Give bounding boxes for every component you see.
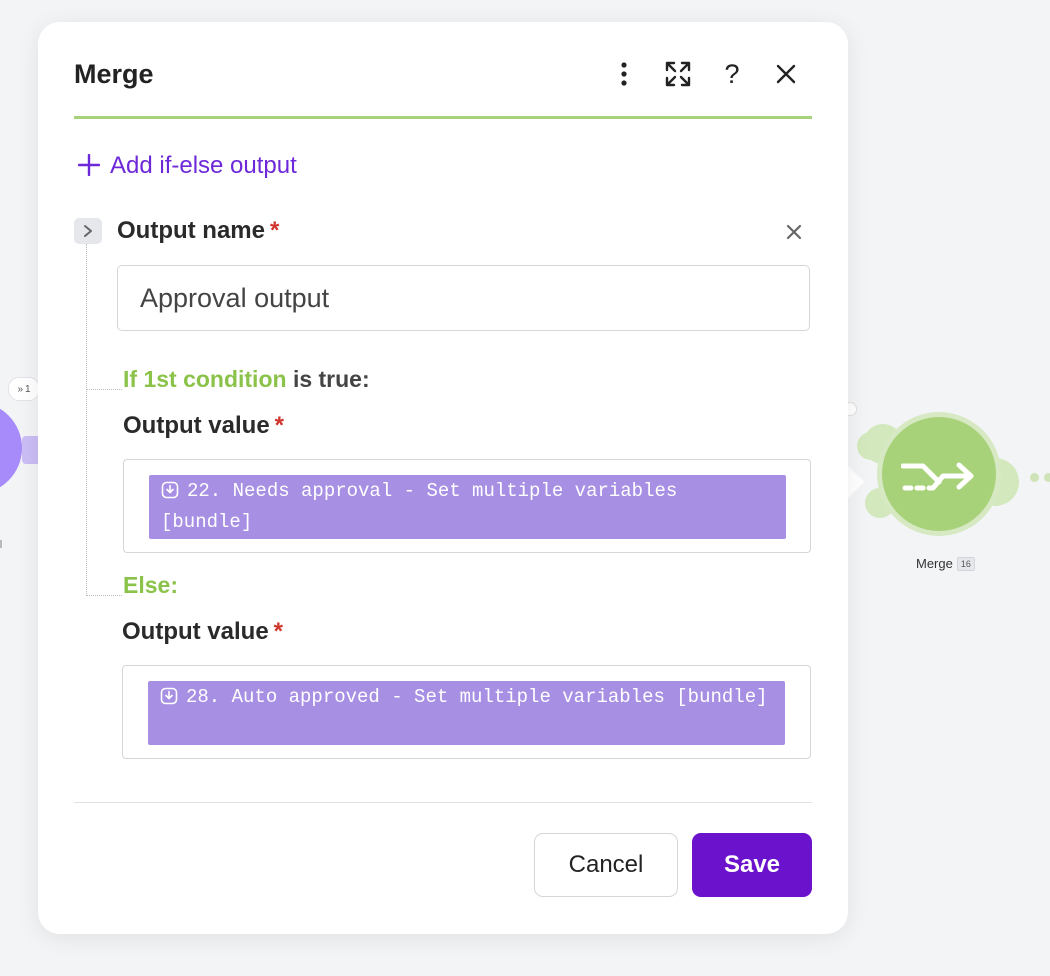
add-if-else-output-label: Add if-else output <box>110 152 297 179</box>
merge-settings-dialog: Merge ? Add if-else output Output name *… <box>38 22 848 934</box>
more-vertical-icon <box>621 62 627 86</box>
plus-icon <box>77 153 101 179</box>
header-divider <box>74 116 812 119</box>
bundle-icon <box>161 481 179 499</box>
else-output-value-field[interactable]: 28. Auto approved - Set multiple variabl… <box>122 665 811 759</box>
output-name-input[interactable]: Approval output <box>117 265 810 331</box>
collapse-toggle-button[interactable] <box>74 218 102 244</box>
save-button[interactable]: Save <box>692 833 812 897</box>
left-module-node[interactable] <box>0 402 22 494</box>
expand-icon <box>665 61 691 87</box>
help-icon: ? <box>724 58 740 89</box>
merge-input-arrow <box>848 466 864 498</box>
if-output-value-field[interactable]: 22. Needs approval - Set multiple variab… <box>123 459 811 553</box>
merge-node-label: Merge 16 <box>916 556 975 571</box>
merge-module-node[interactable] <box>877 412 1001 536</box>
dialog-title: Merge <box>74 58 154 89</box>
else-value-pill[interactable]: 28. Auto approved - Set multiple variabl… <box>148 681 785 745</box>
expand-button[interactable] <box>664 60 692 88</box>
if-output-value-label: Output value * <box>123 412 284 440</box>
close-dialog-button[interactable] <box>772 60 800 88</box>
merge-output-dot <box>1030 473 1039 482</box>
if-value-pill[interactable]: 22. Needs approval - Set multiple variab… <box>149 475 786 539</box>
required-marker: * <box>270 217 280 244</box>
condition-link[interactable]: If 1st condition <box>123 366 287 392</box>
else-output-value-label: Output value * <box>122 618 283 646</box>
if-value-pill-text: 22. Needs approval - Set multiple variab… <box>161 480 678 533</box>
remove-output-button[interactable] <box>782 220 806 244</box>
left-node-tick <box>0 540 2 548</box>
condition-heading: If 1st condition is true: <box>123 366 370 393</box>
help-button[interactable]: ? <box>718 58 746 89</box>
merge-node-name: Merge <box>916 556 953 571</box>
merge-node-core <box>882 417 996 531</box>
add-if-else-output-button[interactable]: Add if-else output <box>77 152 297 180</box>
condition-suffix: is true: <box>292 366 370 392</box>
else-value-pill-text: 28. Auto approved - Set multiple variabl… <box>186 686 768 708</box>
output-name-label: Output name * <box>117 217 279 245</box>
left-node-badge[interactable]: » 1 <box>8 377 40 401</box>
merge-output-dot <box>1044 473 1050 482</box>
tree-connector <box>86 244 87 596</box>
chevron-right-icon <box>84 225 92 237</box>
required-marker: * <box>273 618 284 645</box>
else-output-value-label-text: Output value <box>122 618 269 645</box>
merge-node-id: 16 <box>956 556 975 571</box>
merge-icon <box>901 462 974 491</box>
footer-divider <box>74 802 812 803</box>
bundle-icon <box>160 687 178 705</box>
dialog-header-actions: ? <box>610 58 800 89</box>
dialog-header: Merge ? <box>74 52 812 96</box>
close-icon <box>786 224 802 240</box>
close-icon <box>776 64 796 84</box>
required-marker: * <box>274 412 285 439</box>
left-node-badge-count: 1 <box>25 383 31 395</box>
badge-icon: » <box>17 383 23 395</box>
output-name-value: Approval output <box>140 282 330 313</box>
else-heading: Else: <box>123 572 178 598</box>
output-name-label-text: Output name <box>117 217 265 244</box>
if-output-value-label-text: Output value <box>123 412 270 439</box>
tree-connector <box>86 595 122 596</box>
more-options-button[interactable] <box>610 60 638 88</box>
tree-connector <box>86 389 122 390</box>
cancel-button[interactable]: Cancel <box>534 833 678 897</box>
